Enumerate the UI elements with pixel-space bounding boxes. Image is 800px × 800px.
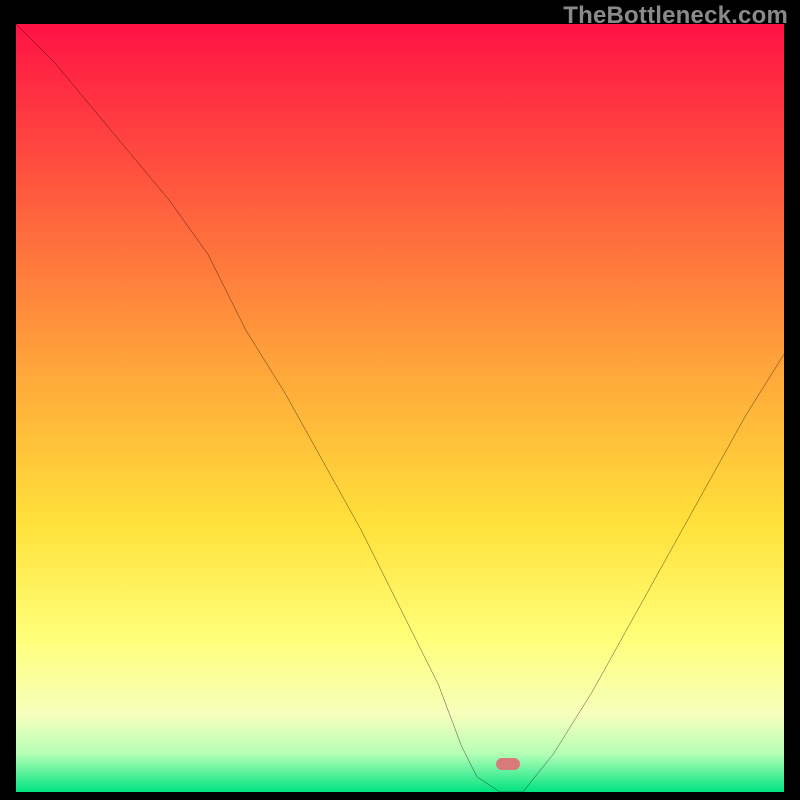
optimum-marker [496,758,520,770]
plot-area [16,24,784,768]
chart-frame: TheBottleneck.com [0,0,800,800]
bottleneck-curve [16,24,784,792]
